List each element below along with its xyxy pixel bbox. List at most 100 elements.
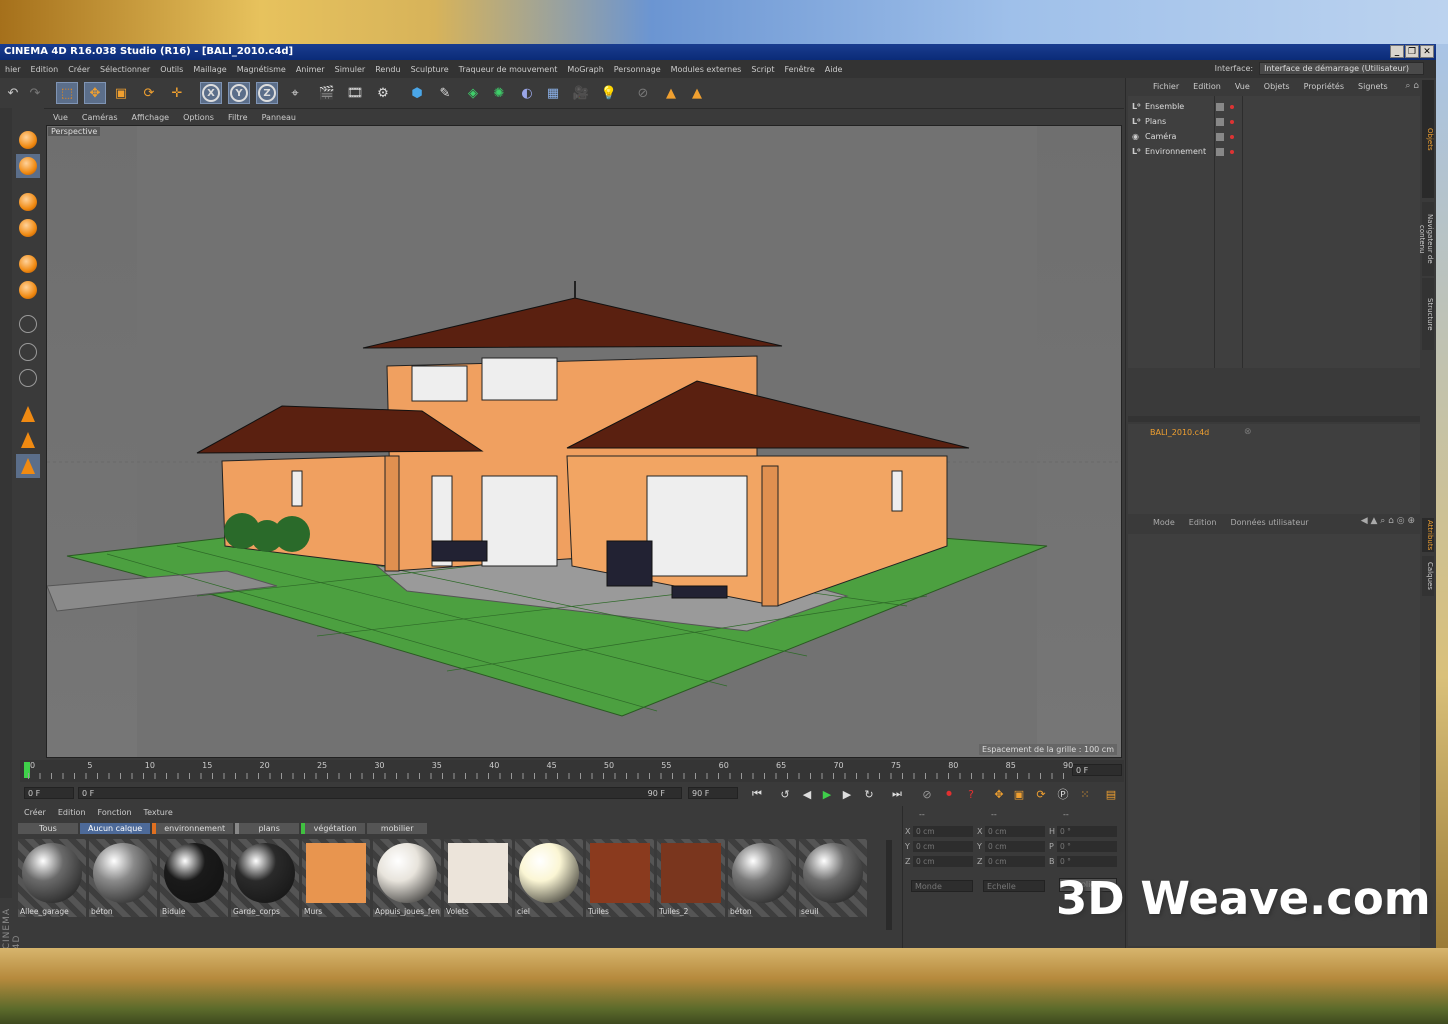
material-swatch[interactable]: Appuis_joues_fen (373, 839, 441, 917)
menu-aide[interactable]: Aide (825, 65, 843, 74)
sketch-icon[interactable]: ▲ (686, 82, 708, 104)
viewport-menu-panneau[interactable]: Panneau (262, 113, 296, 122)
snap-icon[interactable] (16, 340, 40, 364)
redo-icon[interactable]: ↷ (24, 82, 46, 104)
disabled-tool-icon[interactable]: ⊘ (632, 82, 654, 104)
maximize-button[interactable]: ❐ (1405, 45, 1419, 58)
object-menu-signets[interactable]: Signets (1358, 82, 1388, 91)
attribute-menu-edition[interactable]: Edition (1189, 518, 1217, 527)
material-swatch[interactable]: Tuiles_2 (657, 839, 725, 917)
material-menu-texture[interactable]: Texture (144, 808, 173, 817)
menu-creer[interactable]: Créer (68, 65, 90, 74)
coord-scale-dropdown[interactable]: Echelle (983, 880, 1045, 892)
coord-value-field[interactable]: 0 cm (985, 826, 1045, 837)
preview-range-slider[interactable]: 0 F 90 F (78, 787, 682, 799)
layer-tab-environnement[interactable]: environnement (152, 823, 234, 834)
object-menu-vue[interactable]: Vue (1235, 82, 1250, 91)
viewport-menu-cameras[interactable]: Caméras (82, 113, 118, 122)
render-visibility-dot[interactable] (1230, 120, 1234, 124)
object-mode-icon[interactable] (16, 154, 40, 178)
menu-hier[interactable]: hier (5, 65, 21, 74)
visibility-toggle[interactable] (1216, 133, 1224, 141)
object-menu-proprietes[interactable]: Propriétés (1304, 82, 1344, 91)
render-visibility-dot[interactable] (1230, 150, 1234, 154)
uv-mode-icon[interactable] (16, 278, 40, 302)
spline-pen-icon[interactable]: ✎ (434, 82, 456, 104)
coord-value-field[interactable]: 0 ° (1057, 856, 1117, 867)
hair-icon[interactable]: ▲ (660, 82, 682, 104)
light-icon[interactable]: 💡 (598, 82, 620, 104)
current-frame-field[interactable]: 0 F (1072, 764, 1122, 776)
object-menu-edition[interactable]: Edition (1193, 82, 1221, 91)
side-tab-attributs[interactable]: Attributs (1422, 518, 1434, 552)
layer-tab-aucun-calque[interactable]: Aucun calque (80, 823, 151, 834)
material-swatch[interactable]: seuil (799, 839, 867, 917)
viewport-menu-filtre[interactable]: Filtre (228, 113, 248, 122)
render-view-icon[interactable]: 🎬 (316, 82, 338, 104)
key-scale-icon[interactable]: ▣ (1010, 785, 1028, 803)
menu-sculpture[interactable]: Sculpture (411, 65, 449, 74)
select-tool-icon[interactable]: ⬚ (56, 82, 78, 104)
material-swatch[interactable]: ciel (515, 839, 583, 917)
side-tab-structure[interactable]: Structure (1422, 278, 1434, 350)
menu-fenetre[interactable]: Fenêtre (785, 65, 815, 74)
menu-maillage[interactable]: Maillage (193, 65, 226, 74)
attribute-menu-donnees-utilisateur[interactable]: Données utilisateur (1230, 518, 1308, 527)
axis-lock-icon[interactable] (16, 366, 40, 390)
undo-icon[interactable]: ↶ (2, 82, 24, 104)
attribute-nav-icons[interactable]: ◀ ▲ ⌕ ⌂ ◎ ⊕ (1361, 516, 1415, 526)
previous-key-icon[interactable]: ↺ (776, 785, 794, 803)
object-search-icon[interactable]: ⌕ ⌂ (1405, 81, 1419, 91)
point-mode-icon[interactable] (16, 190, 40, 214)
object-menu-fichier[interactable]: Fichier (1153, 82, 1179, 91)
key-position-icon[interactable]: ✥ (990, 785, 1008, 803)
cloner-icon[interactable]: ✺ (488, 82, 510, 104)
add-tool-icon[interactable]: ✛ (166, 82, 188, 104)
visibility-toggle[interactable] (1216, 148, 1224, 156)
scale-tool-icon[interactable]: ▣ (110, 82, 132, 104)
material-swatch[interactable]: Murs (302, 839, 370, 917)
side-tab-objets[interactable]: Objets (1422, 80, 1434, 198)
subdivision-surface-icon[interactable]: ◈ (462, 82, 484, 104)
menu-rendu[interactable]: Rendu (375, 65, 400, 74)
z-axis-button[interactable]: Z (256, 82, 278, 104)
material-swatch[interactable]: Volets (444, 839, 512, 917)
camera-icon[interactable]: 🎥 (570, 82, 592, 104)
menu-animer[interactable]: Animer (296, 65, 325, 74)
key-pla-icon[interactable]: ⁙ (1076, 785, 1094, 803)
menu-mograph[interactable]: MoGraph (567, 65, 603, 74)
paint-icon[interactable] (16, 428, 40, 452)
close-button[interactable]: ✕ (1420, 45, 1434, 58)
timeline-ruler[interactable]: 0 F 0 5 10 15 20 25 30 35 40 45 50 55 60 65 70 75 80 85 90 (20, 760, 1124, 782)
menu-traqueur-de-mouvement[interactable]: Traqueur de mouvement (459, 65, 558, 74)
coord-value-field[interactable]: 0 cm (985, 856, 1045, 867)
coord-value-field[interactable]: 0 ° (1057, 826, 1117, 837)
next-key-icon[interactable]: ↻ (860, 785, 878, 803)
viewport-menu-options[interactable]: Options (183, 113, 214, 122)
visibility-toggle[interactable] (1216, 103, 1224, 111)
menu-personnage[interactable]: Personnage (614, 65, 661, 74)
cube-primitive-icon[interactable]: ⬢ (406, 82, 428, 104)
material-swatch[interactable]: Tuiles (586, 839, 654, 917)
material-menu-edition[interactable]: Edition (58, 808, 86, 817)
deformer-icon[interactable]: ◐ (516, 82, 538, 104)
material-swatch[interactable]: Allee_garage (18, 839, 86, 917)
minimize-button[interactable]: _ (1390, 45, 1404, 58)
record-keys-icon[interactable]: ⏺ (940, 785, 958, 803)
end-frame-field[interactable]: 90 F (688, 787, 738, 799)
object-row-ensemble[interactable]: L⁰ Ensemble (1132, 100, 1184, 114)
render-visibility-dot[interactable] (1230, 135, 1234, 139)
viewport-menu-vue[interactable]: Vue (53, 113, 68, 122)
go-to-start-icon[interactable]: ⏮ (748, 785, 766, 803)
viewport-perspective[interactable]: Perspective Espacement de la grille : 10… (46, 125, 1122, 758)
record-disabled-icon[interactable]: ⊘ (918, 785, 936, 803)
render-visibility-dot[interactable] (1230, 105, 1234, 109)
previous-frame-icon[interactable]: ◀ (798, 785, 816, 803)
coord-mode-dropdown[interactable]: Monde (911, 880, 973, 892)
rotate-tool-icon[interactable]: ⟳ (138, 82, 160, 104)
layer-tab-vegetation[interactable]: végétation (301, 823, 366, 834)
side-tab-calques[interactable]: Calques (1422, 556, 1434, 596)
object-row-environnement[interactable]: L⁰ Environnement (1132, 145, 1206, 159)
visibility-toggle[interactable] (1216, 118, 1224, 126)
menu-selectionner[interactable]: Sélectionner (100, 65, 150, 74)
